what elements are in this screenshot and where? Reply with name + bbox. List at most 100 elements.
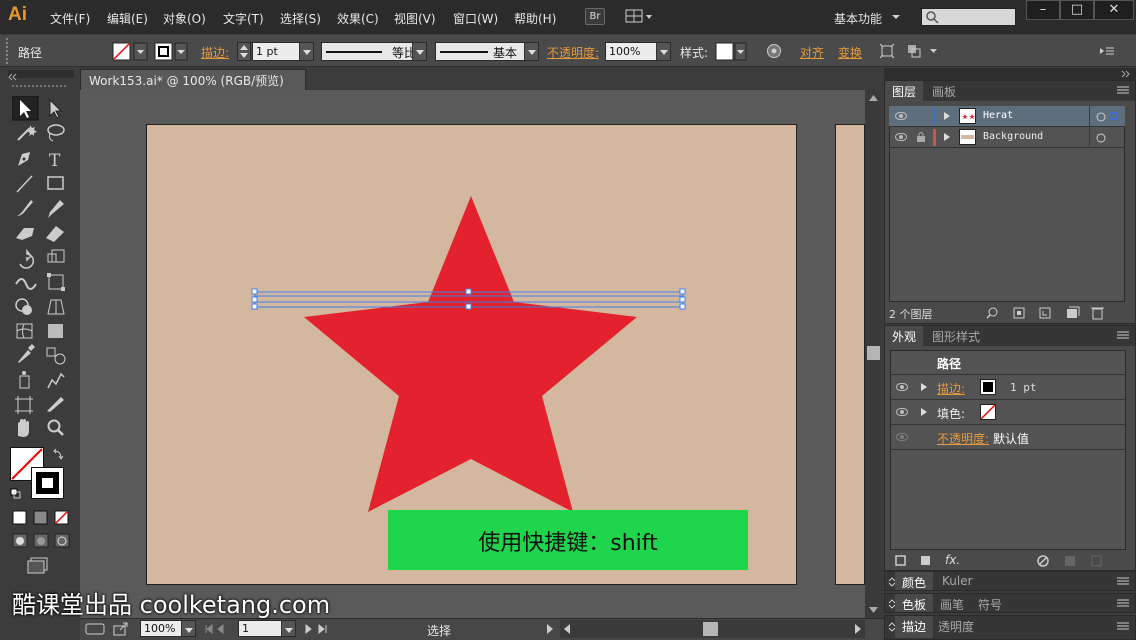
- fill-swatch-dropdown[interactable]: [112, 42, 148, 61]
- mesh-tool-icon[interactable]: [16, 323, 33, 339]
- panel-dock-header[interactable]: [884, 68, 1136, 80]
- appearance-stroke-row[interactable]: 描边: 1 pt: [890, 375, 1126, 400]
- expand-fill-icon[interactable]: [921, 408, 927, 416]
- pen-tool-icon[interactable]: [18, 152, 30, 166]
- layer-name[interactable]: Background: [983, 131, 1043, 142]
- document-tab[interactable]: Work153.ai* @ 100% (RGB/预览) ×: [80, 69, 306, 103]
- free-transform-tool-icon[interactable]: [47, 273, 65, 291]
- menu-view[interactable]: 视图(V): [394, 10, 436, 27]
- visibility-eye-icon[interactable]: [896, 383, 908, 391]
- swatches-panel-menu-icon[interactable]: [1115, 598, 1131, 610]
- rotate-tool-icon[interactable]: [19, 248, 35, 269]
- expand-layer-icon[interactable]: [944, 133, 950, 141]
- stroke-panel-menu-icon[interactable]: [1115, 621, 1131, 633]
- target-icon[interactable]: [1094, 131, 1108, 145]
- tab-appearance[interactable]: 外观: [885, 326, 924, 346]
- next-last-artboard-icons[interactable]: [302, 622, 336, 636]
- scale-tool-icon[interactable]: [47, 249, 65, 263]
- control-bar-grip[interactable]: [6, 38, 10, 64]
- isolate-group-button[interactable]: [879, 43, 895, 59]
- zoom-tool-icon[interactable]: [47, 419, 64, 436]
- vertical-scroll-thumb[interactable]: [867, 346, 880, 360]
- expand-layer-icon[interactable]: [944, 112, 950, 120]
- maximize-button[interactable]: □: [1060, 0, 1094, 20]
- stroke-swatch-dropdown[interactable]: [154, 42, 188, 61]
- duplicate-item-icon[interactable]: [1065, 556, 1075, 566]
- status-menu-arrow-icon[interactable]: [543, 622, 557, 636]
- make-clipping-mask-icon[interactable]: [1013, 307, 1025, 319]
- target-icon[interactable]: [1094, 110, 1108, 124]
- artboard-2[interactable]: [835, 124, 865, 585]
- fill-none-swatch-icon[interactable]: [980, 404, 996, 420]
- close-button[interactable]: ✕: [1094, 0, 1134, 20]
- add-effect-button[interactable]: fx.: [945, 553, 960, 567]
- graphic-style-dropdown[interactable]: [715, 42, 747, 61]
- color-mode-icon[interactable]: [12, 510, 27, 525]
- search-input[interactable]: [921, 8, 1016, 26]
- toolbox-header[interactable]: [8, 70, 74, 81]
- gradient-mode-icon[interactable]: [33, 510, 48, 525]
- bridge-button[interactable]: Br: [585, 8, 605, 25]
- blob-brush-tool-icon[interactable]: [16, 228, 34, 240]
- appearance-opacity-row[interactable]: 不透明度: 默认值: [890, 425, 1126, 450]
- lasso-tool-icon[interactable]: [47, 124, 65, 142]
- column-graph-tool-icon[interactable]: [47, 372, 65, 389]
- artboard-number-field[interactable]: 1: [238, 620, 296, 637]
- visibility-eye-icon[interactable]: [896, 408, 908, 416]
- locate-object-icon[interactable]: [986, 307, 998, 319]
- stroke-color-swatch[interactable]: [31, 467, 64, 499]
- opacity-field[interactable]: 100%: [605, 42, 671, 61]
- paintbrush-tool-icon[interactable]: [17, 200, 33, 216]
- visibility-eye-icon[interactable]: [895, 112, 907, 120]
- menu-edit[interactable]: 编辑(E): [107, 10, 148, 27]
- tab-brushes[interactable]: 画笔: [933, 594, 971, 612]
- brush-definition-dropdown[interactable]: 基本: [435, 42, 539, 61]
- control-bar-menu-button[interactable]: [1098, 43, 1116, 59]
- eyedropper-tool-icon[interactable]: [18, 344, 35, 363]
- stroke-attribute-label[interactable]: 描边:: [937, 380, 965, 397]
- appearance-fill-row[interactable]: 填色:: [890, 400, 1126, 425]
- direct-selection-tool-icon[interactable]: [49, 98, 63, 119]
- hand-tool-icon[interactable]: [18, 419, 29, 437]
- tab-kuler[interactable]: Kuler: [935, 572, 980, 590]
- create-new-layer-icon[interactable]: [1067, 306, 1080, 318]
- red-star[interactable]: [304, 196, 637, 512]
- menu-object[interactable]: 对象(O): [163, 10, 206, 27]
- width-tool-icon[interactable]: [15, 278, 37, 290]
- tab-swatches[interactable]: 色板: [895, 594, 934, 612]
- stroke-label[interactable]: 描边:: [201, 44, 229, 61]
- stroke-weight-stepper[interactable]: [237, 42, 251, 61]
- stroke-swatch-icon[interactable]: [980, 379, 996, 395]
- share-icon[interactable]: [112, 621, 130, 637]
- tab-artboards[interactable]: 画板: [925, 81, 963, 101]
- slice-tool-icon[interactable]: [47, 397, 64, 412]
- horizontal-scroll-thumb[interactable]: [703, 622, 718, 636]
- default-fill-stroke-button[interactable]: [10, 488, 21, 499]
- perspective-grid-tool-icon[interactable]: [47, 299, 65, 315]
- appearance-panel-menu-icon[interactable]: [1115, 330, 1131, 342]
- document-info-icon[interactable]: [84, 621, 106, 637]
- visibility-eye-icon[interactable]: [895, 133, 907, 141]
- tab-symbols[interactable]: 符号: [971, 594, 1009, 612]
- visibility-eye-icon[interactable]: [896, 433, 908, 441]
- recolor-artwork-button[interactable]: [766, 43, 782, 59]
- pencil-tool-icon[interactable]: [48, 200, 64, 218]
- symbol-sprayer-tool-icon[interactable]: [19, 371, 30, 389]
- align-link[interactable]: 对齐: [800, 44, 824, 61]
- magic-wand-tool-icon[interactable]: [17, 125, 37, 141]
- type-tool-icon[interactable]: T: [49, 151, 61, 171]
- minimize-button[interactable]: –: [1026, 0, 1060, 20]
- variable-width-profile-dropdown[interactable]: 等比: [321, 42, 427, 61]
- opacity-attribute-label[interactable]: 不透明度:: [937, 430, 989, 447]
- menu-file[interactable]: 文件(F): [50, 10, 90, 27]
- blend-tool-icon[interactable]: [46, 347, 66, 365]
- create-sublayer-icon[interactable]: [1039, 307, 1051, 319]
- expand-stroke-icon[interactable]: [921, 383, 927, 391]
- layers-panel-menu-icon[interactable]: [1115, 85, 1131, 97]
- line-segment-tool-icon[interactable]: [16, 175, 33, 193]
- workspace-switcher[interactable]: 基本功能: [834, 10, 882, 27]
- layer-row-background[interactable]: Background: [889, 127, 1125, 148]
- scroll-left-icon[interactable]: [560, 620, 574, 638]
- tab-graphic-styles[interactable]: 图形样式: [925, 326, 987, 346]
- opacity-label[interactable]: 不透明度:: [547, 44, 599, 61]
